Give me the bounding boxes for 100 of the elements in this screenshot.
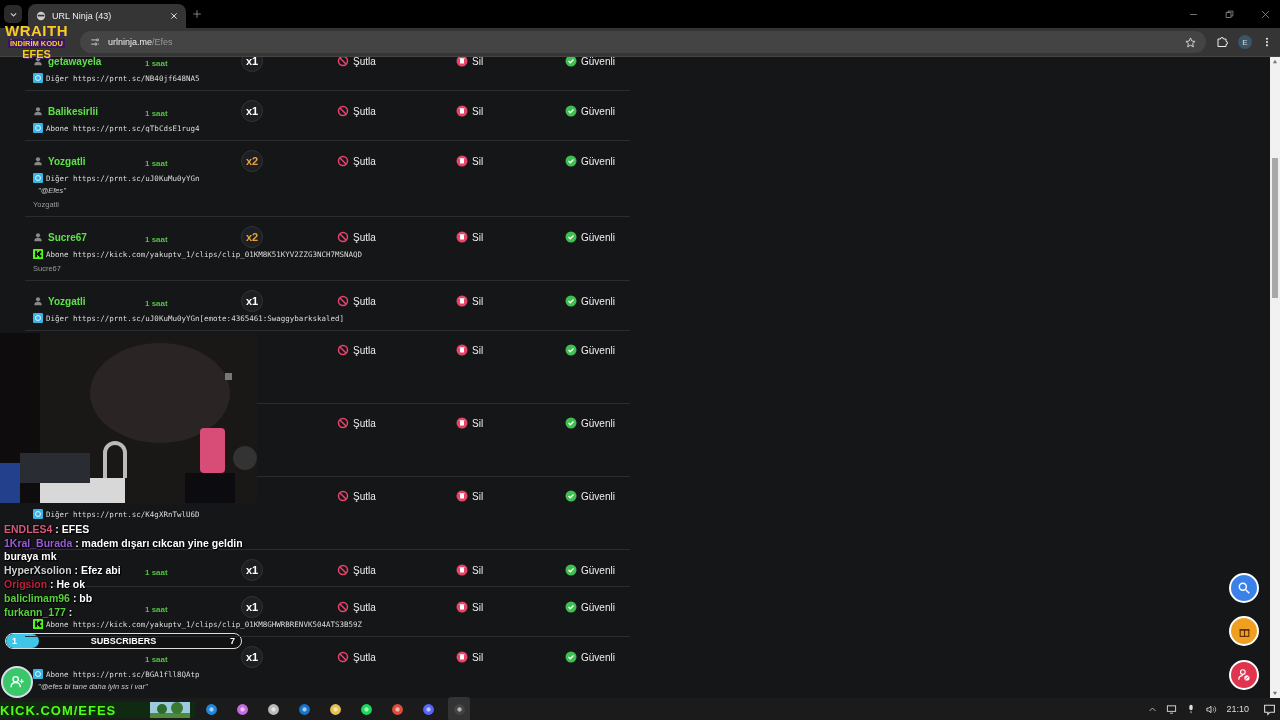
trust-button[interactable]: Güvenli [565, 105, 615, 117]
skip-button[interactable]: Şutla [337, 57, 376, 67]
trash-icon [456, 57, 468, 67]
trash-icon [456, 417, 468, 429]
camera-icon [33, 173, 43, 183]
skip-button[interactable]: Şutla [337, 231, 376, 243]
trust-button[interactable]: Güvenli [565, 155, 615, 167]
delete-button[interactable]: Sil [456, 601, 484, 613]
username[interactable]: Balikesirlii [48, 105, 99, 117]
check-icon [565, 651, 577, 663]
down-arrow-icon [1272, 691, 1278, 696]
monitor-icon [1166, 703, 1178, 715]
delete-button[interactable]: Sil [456, 57, 484, 67]
trust-button[interactable]: Güvenli [565, 651, 615, 663]
add-user-icon [9, 674, 25, 690]
skip-button[interactable]: Şutla [337, 490, 376, 502]
ban-icon [337, 105, 349, 117]
chat-message: HyperXsolion : Efez abi [4, 564, 121, 577]
skip-button[interactable]: Şutla [337, 651, 376, 663]
delete-button[interactable]: Sil [456, 231, 484, 243]
chat-message: 1Kral_Burada : madem dışarı cıkcan yine geldin buraya mk [4, 537, 244, 563]
check-icon [565, 231, 577, 243]
trust-button[interactable]: Güvenli [565, 295, 615, 307]
trust-button[interactable]: Güvenli [565, 564, 615, 576]
skip-button[interactable]: Şutla [337, 344, 376, 356]
skip-button[interactable]: Şutla [337, 295, 376, 307]
skip-button[interactable]: Şutla [337, 564, 376, 576]
user-icon [33, 156, 43, 166]
delete-button[interactable]: Sil [456, 564, 484, 576]
check-icon [565, 295, 577, 307]
ban-icon [337, 231, 349, 243]
trash-icon [456, 490, 468, 502]
notification-icon [1262, 702, 1276, 716]
user-icon [33, 232, 43, 242]
camera-icon [33, 73, 43, 83]
ban-icon [337, 155, 349, 167]
block-user-button[interactable] [1229, 660, 1259, 690]
delete-button[interactable]: Sil [456, 105, 484, 117]
address-bar[interactable]: urlninja.me/Efes [80, 31, 1206, 53]
trash-icon [456, 155, 468, 167]
delete-button[interactable]: Sil [456, 417, 484, 429]
plus-icon [192, 9, 202, 19]
ban-icon [337, 651, 349, 663]
chat-message: furkann_177 : [4, 606, 73, 619]
profile-avatar[interactable]: E [1238, 35, 1252, 49]
time-ago: 1 saat [145, 159, 168, 168]
count-badge: x1 [241, 57, 263, 72]
username[interactable]: Yozgatli [48, 155, 86, 167]
trash-icon [456, 231, 468, 243]
time-ago: 1 saat [145, 605, 168, 614]
delete-button[interactable]: Sil [456, 344, 484, 356]
up-arrow-icon [1272, 59, 1278, 64]
time-ago: 1 saat [145, 568, 168, 577]
skip-button[interactable]: Şutla [337, 155, 376, 167]
ban-icon [337, 490, 349, 502]
skip-button[interactable]: Şutla [337, 105, 376, 117]
count-badge: x1 [241, 559, 263, 581]
volume-icon [1205, 703, 1218, 715]
trash-icon [456, 105, 468, 117]
time-ago: 1 saat [145, 235, 168, 244]
trust-button[interactable]: Güvenli [565, 490, 615, 502]
gift-button[interactable] [1229, 616, 1259, 646]
trust-button[interactable]: Güvenli [565, 417, 615, 429]
trash-icon [456, 295, 468, 307]
delete-button[interactable]: Sil [456, 651, 484, 663]
trust-button[interactable]: Güvenli [565, 344, 615, 356]
check-icon [565, 601, 577, 613]
check-icon [565, 57, 577, 67]
username[interactable]: getawayela [48, 57, 102, 67]
camera-icon [33, 669, 43, 679]
delete-button[interactable]: Sil [456, 155, 484, 167]
check-icon [565, 105, 577, 117]
trust-button[interactable]: Güvenli [565, 57, 615, 67]
kick-logo-icon [33, 619, 43, 629]
trash-icon [456, 344, 468, 356]
check-icon [565, 564, 577, 576]
camera-icon [33, 313, 43, 323]
count-badge: x2 [241, 226, 263, 248]
username[interactable]: Yozgatli [48, 295, 86, 307]
trust-button[interactable]: Güvenli [565, 231, 615, 243]
skip-button[interactable]: Şutla [337, 601, 376, 613]
user-icon [33, 296, 43, 306]
trash-icon [456, 564, 468, 576]
camera-icon [33, 123, 43, 133]
trust-button[interactable]: Güvenli [565, 601, 615, 613]
delete-button[interactable]: Sil [456, 490, 484, 502]
user-icon [33, 106, 43, 116]
clock[interactable]: 21:10 [1226, 704, 1249, 714]
trash-icon [456, 651, 468, 663]
delete-button[interactable]: Sil [456, 295, 484, 307]
scrollbar[interactable] [1270, 57, 1280, 698]
skip-button[interactable]: Şutla [337, 417, 376, 429]
ban-icon [337, 57, 349, 67]
count-badge: x2 [241, 150, 263, 172]
tab-list-button[interactable] [4, 5, 22, 23]
check-icon [565, 155, 577, 167]
time-ago: 1 saat [145, 299, 168, 308]
count-badge: x1 [241, 646, 263, 668]
search-button[interactable] [1229, 573, 1259, 603]
username[interactable]: Sucre67 [48, 231, 87, 243]
